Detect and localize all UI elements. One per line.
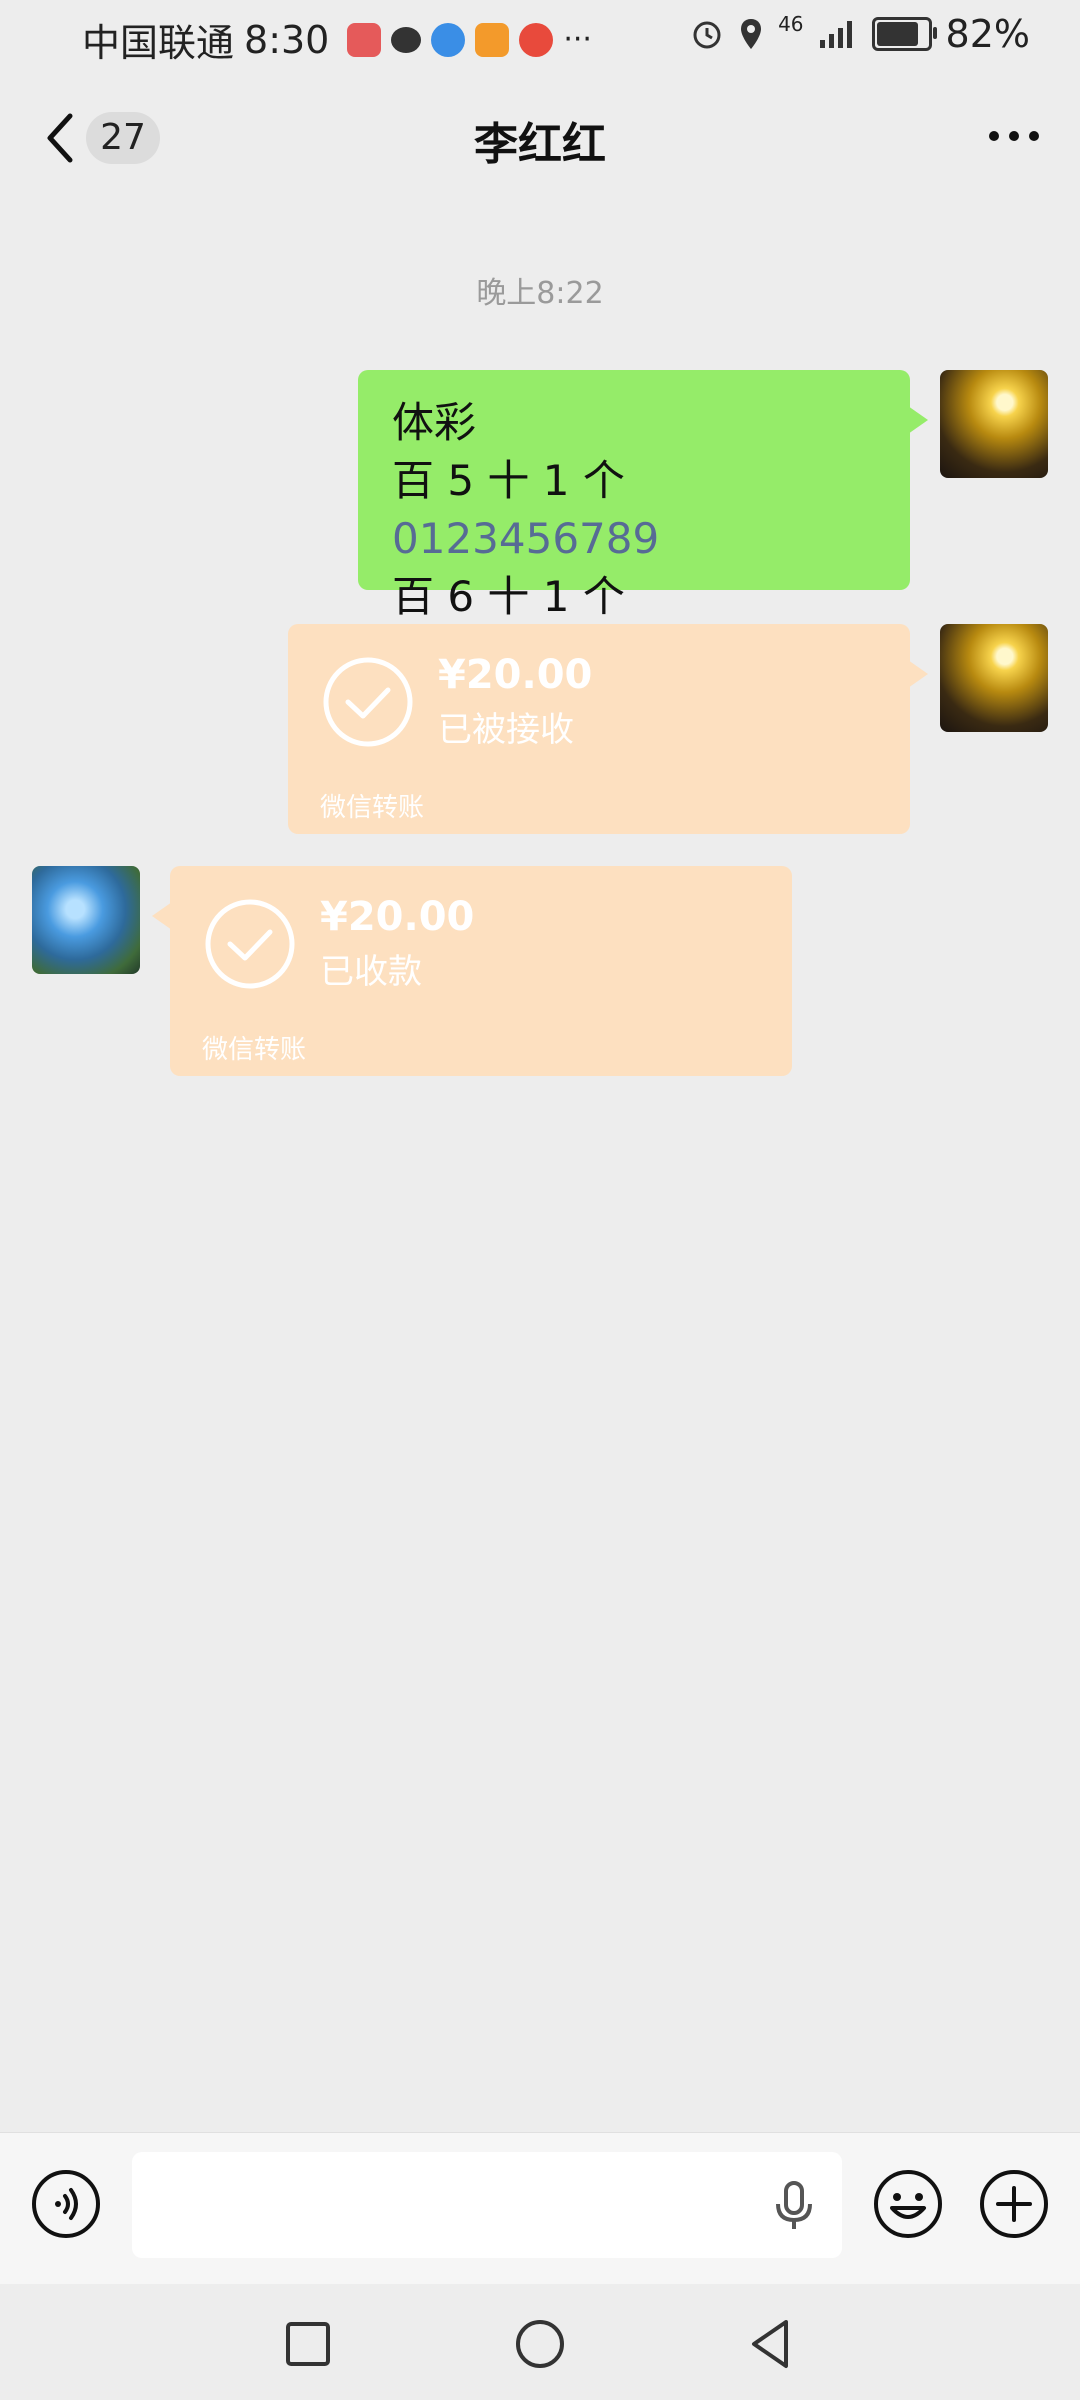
battery-percent: 82% [945,12,1030,56]
alarm-icon [693,21,721,49]
voice-icon[interactable] [30,2168,102,2240]
battery-icon [871,17,937,51]
carrier-label: 中国联通 [82,21,235,65]
video-app-icon [475,22,510,57]
message-line-prefix: 百 6 十 1 个 [392,572,625,621]
transfer-card-sent[interactable]: ¥20.00 已被接收 微信转账 [288,624,928,834]
network-type: 46 [778,12,804,36]
my-avatar[interactable] [940,370,1048,478]
transfer-card-received[interactable]: ¥20.00 已收款 微信转账 [152,866,792,1076]
microphone-icon[interactable] [770,2180,818,2232]
location-icon [741,19,762,49]
signal-icon [819,21,852,48]
more-notifications-icon: ··· [563,22,592,57]
wechat-icon [391,26,422,53]
status-right: 46 82% [690,12,1030,56]
message-timestamp: 晚上8:22 [476,276,604,311]
square-nav-icon[interactable] [280,2316,336,2372]
status-left: 中国联通 8:30 ··· [82,12,592,67]
my-avatar[interactable] [940,624,1048,732]
circle-nav-icon[interactable] [512,2316,568,2372]
transfer-status: 已被接收 [438,710,574,750]
contact-avatar[interactable] [32,866,140,974]
notification-icons: ··· [347,22,592,57]
emoji-icon[interactable] [872,2168,944,2240]
huawei-app-icon [347,22,382,57]
battery-fill [876,22,918,46]
triangle-back-icon[interactable] [742,2316,798,2372]
clock-label: 8:30 [244,17,330,62]
browser-icon [431,22,466,57]
phone-number-link[interactable]: 0123456789 [392,514,659,563]
transfer-label: 微信转账 [202,1035,307,1065]
transfer-amount: ¥20.00 [438,652,593,698]
transfer-status: 已收款 [320,952,422,992]
transfer-amount: ¥20.00 [320,894,475,940]
plus-icon[interactable] [978,2168,1050,2240]
game-app-icon [519,22,554,57]
check-circle-icon [323,657,413,747]
message-input[interactable] [132,2152,842,2258]
status-bar: 中国联通 8:30 ··· 46 82% [0,0,1080,72]
sent-text-bubble[interactable]: 体彩 百 5 十 1 个 0123456789 百 6 十 1 个 012345… [358,370,928,679]
check-circle-icon [205,899,295,989]
more-icon[interactable] [986,126,1042,146]
chat-title: 李红红 [474,119,606,170]
message-line: 百 5 十 1 个 0123456789 [392,452,876,568]
message-line-prefix: 百 5 十 1 个 [392,456,625,505]
message-line: 体彩 [392,398,477,447]
transfer-label: 微信转账 [320,793,425,823]
